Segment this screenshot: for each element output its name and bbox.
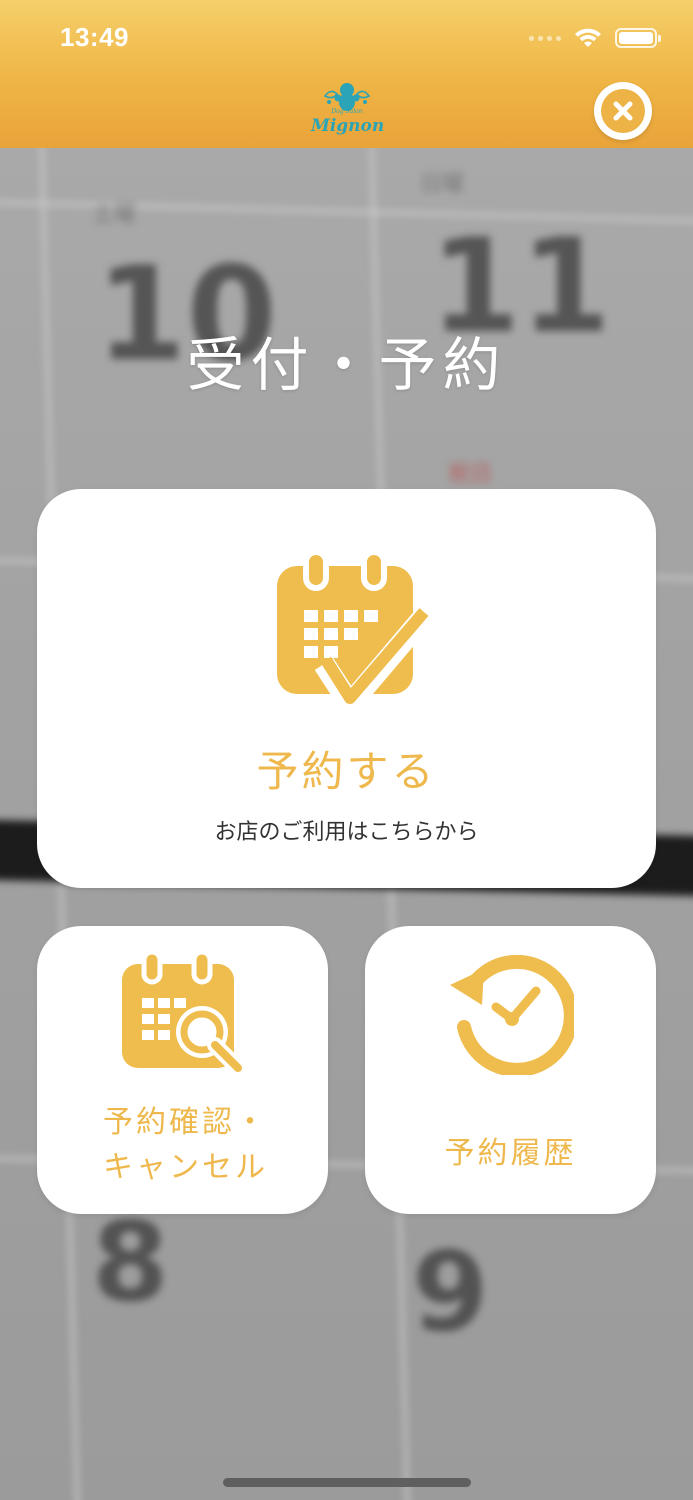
reserve-subtitle: お店のご利用はこちらから (214, 820, 479, 845)
page-title: 受付・予約 (186, 331, 507, 399)
logo-subtext: Dog Salon (331, 108, 363, 115)
app-header: 13:49 Dog Salon Mignon (0, 0, 693, 148)
status-indicators (529, 26, 661, 50)
battery-icon (615, 28, 661, 48)
confirm-cancel-line2: キャンセル (103, 1150, 268, 1185)
calendar-search-icon (122, 952, 246, 1076)
close-button[interactable] (594, 82, 652, 140)
cellular-signal-icon (529, 35, 561, 41)
confirm-cancel-label: 予約確認・ キャンセル (37, 1100, 328, 1190)
history-clock-icon (450, 955, 574, 1075)
brand-logo: Dog Salon Mignon (311, 78, 385, 142)
close-icon (601, 89, 645, 133)
status-time: 13:49 (60, 22, 129, 52)
bg-number-8: 8 (92, 1198, 169, 1326)
logo-text: Mignon (311, 116, 385, 136)
calendar-check-icon (277, 552, 432, 710)
home-indicator[interactable] (223, 1478, 471, 1487)
wifi-icon (575, 28, 601, 47)
history-label: 予約履歴 (444, 1136, 577, 1171)
reserve-label: 予約する (256, 747, 437, 796)
confirm-cancel-line1: 予約確認・ (103, 1105, 268, 1140)
bg-number-9: 9 (412, 1228, 489, 1356)
